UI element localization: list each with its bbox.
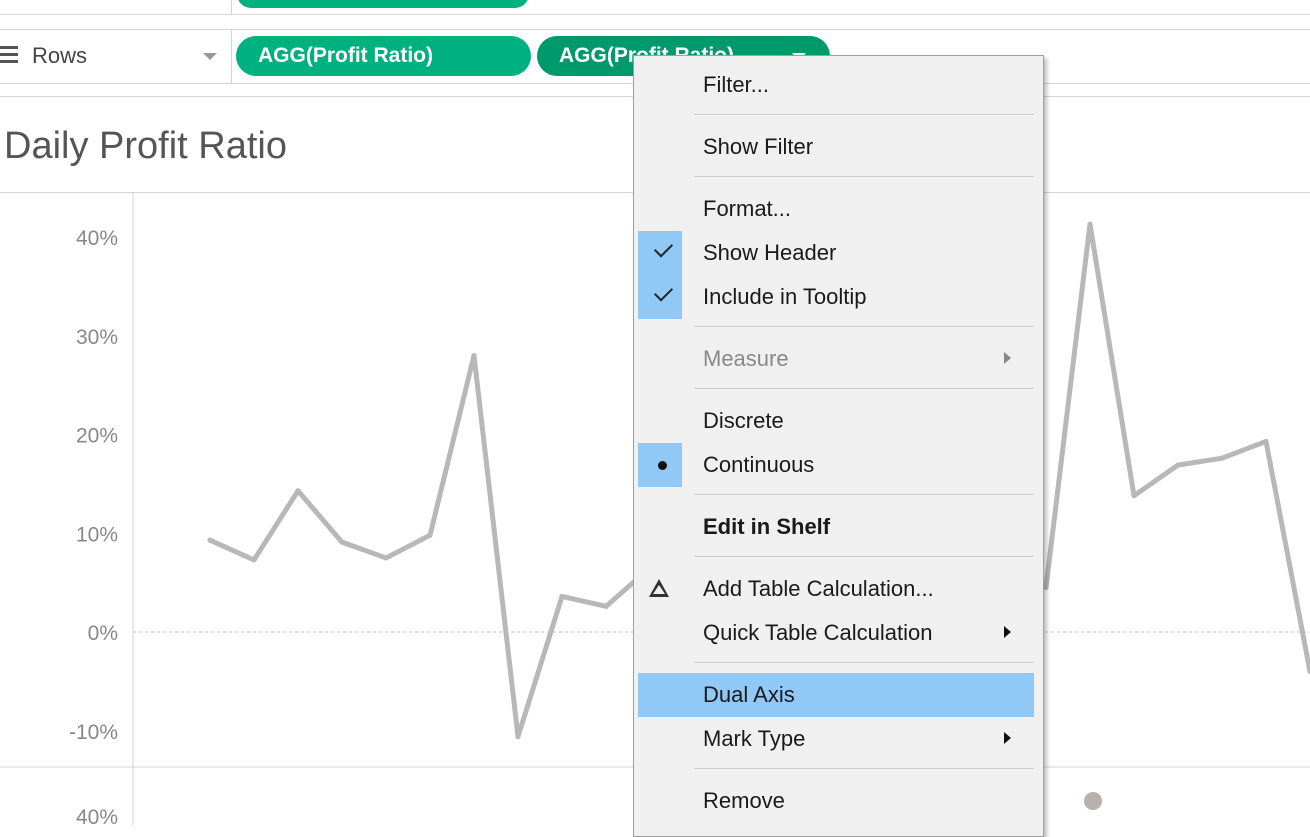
data-point <box>1088 222 1093 227</box>
menu-item-label: Include in Tooltip <box>703 284 867 310</box>
menu-item-remove[interactable]: Remove <box>634 779 1043 823</box>
data-point <box>560 594 565 599</box>
menu-item-gutter <box>638 275 682 319</box>
menu-separator <box>694 326 1034 327</box>
lower-y-tick-label: 40% <box>76 806 118 826</box>
menu-item-quick-table-calc[interactable]: Quick Table Calculation <box>634 611 1043 655</box>
data-point <box>252 557 257 562</box>
menu-item-label: Dual Axis <box>703 682 795 708</box>
menu-item-label: Format... <box>703 196 791 222</box>
data-point <box>604 604 609 609</box>
data-point <box>296 488 301 493</box>
menu-item-label: Measure <box>703 346 789 372</box>
y-tick-label: 20% <box>76 425 118 448</box>
y-tick-label: -10% <box>69 721 118 744</box>
data-point <box>208 538 213 543</box>
lower-pane-mark <box>1084 792 1102 810</box>
menu-item-label: Mark Type <box>703 726 805 752</box>
menu-item-label: Show Header <box>703 240 836 266</box>
menu-item-label: Show Filter <box>703 134 813 160</box>
data-point <box>1176 463 1181 468</box>
data-point <box>516 734 521 739</box>
menu-item-filter[interactable]: Filter... <box>634 63 1043 107</box>
shelf-divider <box>231 30 232 83</box>
columns-pill[interactable] <box>237 0 529 8</box>
menu-item-label: Add Table Calculation... <box>703 576 934 602</box>
menu-separator <box>694 494 1034 495</box>
delta-icon <box>649 579 669 597</box>
rows-shelf-label: Rows <box>32 43 87 69</box>
menu-separator <box>694 176 1034 177</box>
menu-item-show-filter[interactable]: Show Filter <box>634 125 1043 169</box>
pill-context-menu: Filter... Show Filter Format... Show Header… <box>633 55 1044 837</box>
shelf-divider <box>231 0 232 14</box>
menu-item-label: Discrete <box>703 408 784 434</box>
menu-separator <box>694 556 1034 557</box>
rows-pill-profit-ratio[interactable]: AGG(Profit Ratio) <box>236 36 531 76</box>
menu-item-gutter <box>638 231 682 275</box>
menu-item-discrete[interactable]: Discrete <box>634 399 1043 443</box>
menu-separator <box>694 388 1034 389</box>
submenu-arrow-icon <box>1004 626 1011 638</box>
data-point <box>1044 585 1049 590</box>
menu-lines-icon <box>0 46 18 62</box>
menu-item-label: Quick Table Calculation <box>703 620 933 646</box>
menu-item-measure: Measure <box>634 337 1043 381</box>
menu-item-add-table-calc[interactable]: Add Table Calculation... <box>634 567 1043 611</box>
menu-item-edit-in-shelf[interactable]: Edit in Shelf <box>634 505 1043 549</box>
submenu-arrow-icon <box>1004 732 1011 744</box>
data-point <box>340 540 345 545</box>
menu-item-continuous[interactable]: Continuous <box>634 443 1043 487</box>
chart-title: Daily Profit Ratio <box>4 125 287 168</box>
menu-item-dual-axis[interactable]: Dual Axis <box>634 673 1043 717</box>
menu-item-gutter <box>638 443 682 487</box>
radio-bullet-icon <box>658 461 667 470</box>
menu-item-include-tooltip[interactable]: Include in Tooltip <box>634 275 1043 319</box>
columns-shelf <box>0 0 1310 15</box>
data-point <box>384 555 389 560</box>
y-tick-label: 40% <box>76 227 118 250</box>
data-point <box>428 533 433 538</box>
menu-item-label: Continuous <box>703 452 814 478</box>
menu-item-show-header[interactable]: Show Header <box>634 231 1043 275</box>
data-point <box>1220 456 1225 461</box>
menu-separator <box>694 114 1034 115</box>
data-point <box>1264 439 1269 444</box>
y-tick-label: 10% <box>76 523 118 546</box>
checkmark-icon <box>654 282 673 301</box>
menu-item-format[interactable]: Format... <box>634 187 1043 231</box>
checkmark-icon <box>654 238 673 257</box>
menu-item-label: Edit in Shelf <box>703 514 830 540</box>
menu-item-label: Remove <box>703 788 785 814</box>
menu-separator <box>694 662 1034 663</box>
data-point <box>1132 493 1137 498</box>
submenu-arrow-icon <box>1004 352 1011 364</box>
y-tick-label: 30% <box>76 326 118 349</box>
menu-separator <box>694 768 1034 769</box>
y-tick-label: 0% <box>88 622 118 645</box>
chevron-down-icon[interactable] <box>203 53 217 60</box>
menu-item-mark-type[interactable]: Mark Type <box>634 717 1043 761</box>
data-point <box>472 353 477 358</box>
menu-item-highlight <box>638 673 1034 717</box>
menu-item-label: Filter... <box>703 72 769 98</box>
